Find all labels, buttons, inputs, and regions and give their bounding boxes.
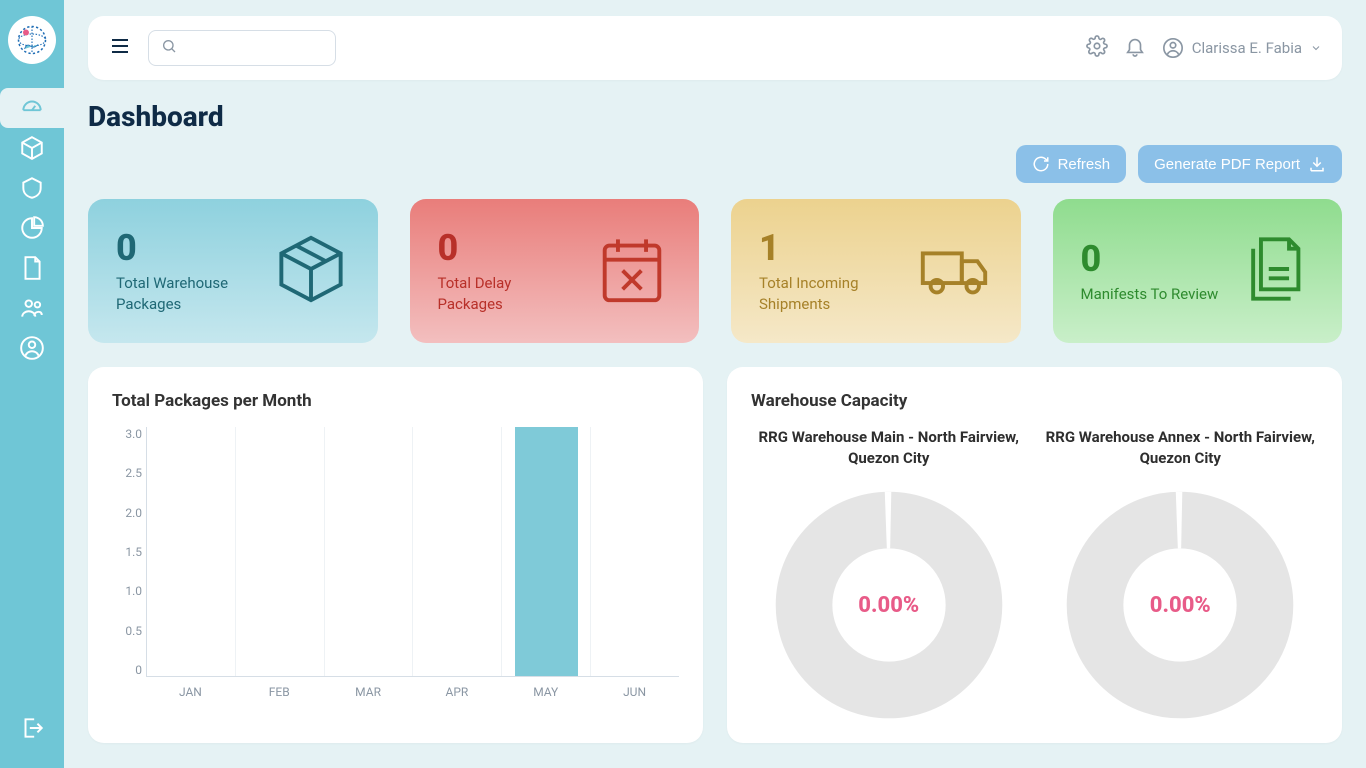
donut-percent: 0.00% [1062,487,1298,723]
nav-dashboard[interactable] [0,88,64,128]
menu-toggle[interactable] [108,34,132,62]
stat-label: Total Delay Packages [438,273,578,315]
generate-pdf-label: Generate PDF Report [1154,156,1300,173]
stat-label: Manifests To Review [1081,284,1221,305]
plot-column [413,427,502,676]
page-title: Dashboard [88,100,1342,133]
y-tick: 3.0 [112,427,142,441]
chevron-down-icon [1310,42,1322,54]
panel-warehouse-capacity: Warehouse Capacity RRG Warehouse Main - … [727,367,1342,743]
warehouse-name: RRG Warehouse Annex - North Fairview, Qu… [1043,427,1319,471]
stats-row: 0 Total Warehouse Packages 0 Total Delay… [88,199,1342,343]
donut-percent: 0.00% [771,487,1007,723]
documents-icon [1236,230,1314,312]
stat-incoming-shipments: 1 Total Incoming Shipments [731,199,1021,343]
main-content: Clarissa E. Fabia Dashboard Refresh Gene… [64,0,1366,768]
nav-documents[interactable] [0,248,64,288]
x-tick: MAY [501,685,590,699]
package-icon [272,230,350,312]
x-tick: JUN [590,685,679,699]
nav-analytics[interactable] [0,208,64,248]
stat-delay-packages: 0 Total Delay Packages [410,199,700,343]
page-actions: Refresh Generate PDF Report [88,145,1342,183]
x-tick: APR [412,685,501,699]
stat-warehouse-packages: 0 Total Warehouse Packages [88,199,378,343]
donut-chart: 0.00% [771,487,1007,723]
search-box[interactable] [148,30,336,66]
plot-column [325,427,414,676]
stat-value: 0 [1081,238,1237,280]
panel-packages-per-month: Total Packages per Month 3.0 2.5 2.0 1.5 1.0… [88,367,703,743]
warehouse-capacity-item: RRG Warehouse Main - North Fairview, Que… [751,427,1027,723]
calendar-x-icon [593,230,671,312]
y-tick: 0 [112,663,142,677]
search-input[interactable] [185,40,366,56]
plot-column [591,427,679,676]
panel-title: Warehouse Capacity [751,391,1318,411]
refresh-button[interactable]: Refresh [1016,145,1127,183]
nav-profile[interactable] [0,328,64,368]
refresh-icon [1032,155,1050,173]
plot-column [236,427,325,676]
stat-value: 1 [759,227,915,269]
truck-icon [915,230,993,312]
bar [515,427,578,676]
nav-packages[interactable] [0,128,64,168]
y-tick: 0.5 [112,624,142,638]
generate-pdf-button[interactable]: Generate PDF Report [1138,145,1342,183]
y-tick: 2.5 [112,466,142,480]
stat-label: Total Incoming Shipments [759,273,899,315]
sidebar [0,0,64,768]
stat-label: Total Warehouse Packages [116,273,256,315]
user-menu[interactable]: Clarissa E. Fabia [1162,37,1322,59]
warehouse-name: RRG Warehouse Main - North Fairview, Que… [751,427,1027,471]
stat-value: 0 [116,227,272,269]
panel-title: Total Packages per Month [112,391,679,411]
bar-chart: 3.0 2.5 2.0 1.5 1.0 0.5 0 JANFEBMARAPRMAYJUN [112,427,679,717]
app-logo [8,16,56,64]
warehouse-capacity-item: RRG Warehouse Annex - North Fairview, Qu… [1043,427,1319,723]
nav-logout[interactable] [0,708,64,748]
download-icon [1308,155,1326,173]
nav-shipments[interactable] [0,168,64,208]
settings-button[interactable] [1086,35,1108,61]
x-tick: FEB [235,685,324,699]
plot-column [502,427,591,676]
plot-column [147,427,236,676]
x-tick: JAN [146,685,235,699]
refresh-label: Refresh [1058,156,1111,173]
search-icon [161,38,177,58]
y-tick: 2.0 [112,506,142,520]
donut-chart: 0.00% [1062,487,1298,723]
notifications-button[interactable] [1124,35,1146,61]
stat-value: 0 [438,227,594,269]
stat-manifests-review: 0 Manifests To Review [1053,199,1343,343]
user-name: Clarissa E. Fabia [1192,39,1302,57]
y-tick: 1.0 [112,584,142,598]
nav-users[interactable] [0,288,64,328]
topbar: Clarissa E. Fabia [88,16,1342,80]
y-tick: 1.5 [112,545,142,559]
avatar-icon [1162,37,1184,59]
x-tick: MAR [324,685,413,699]
